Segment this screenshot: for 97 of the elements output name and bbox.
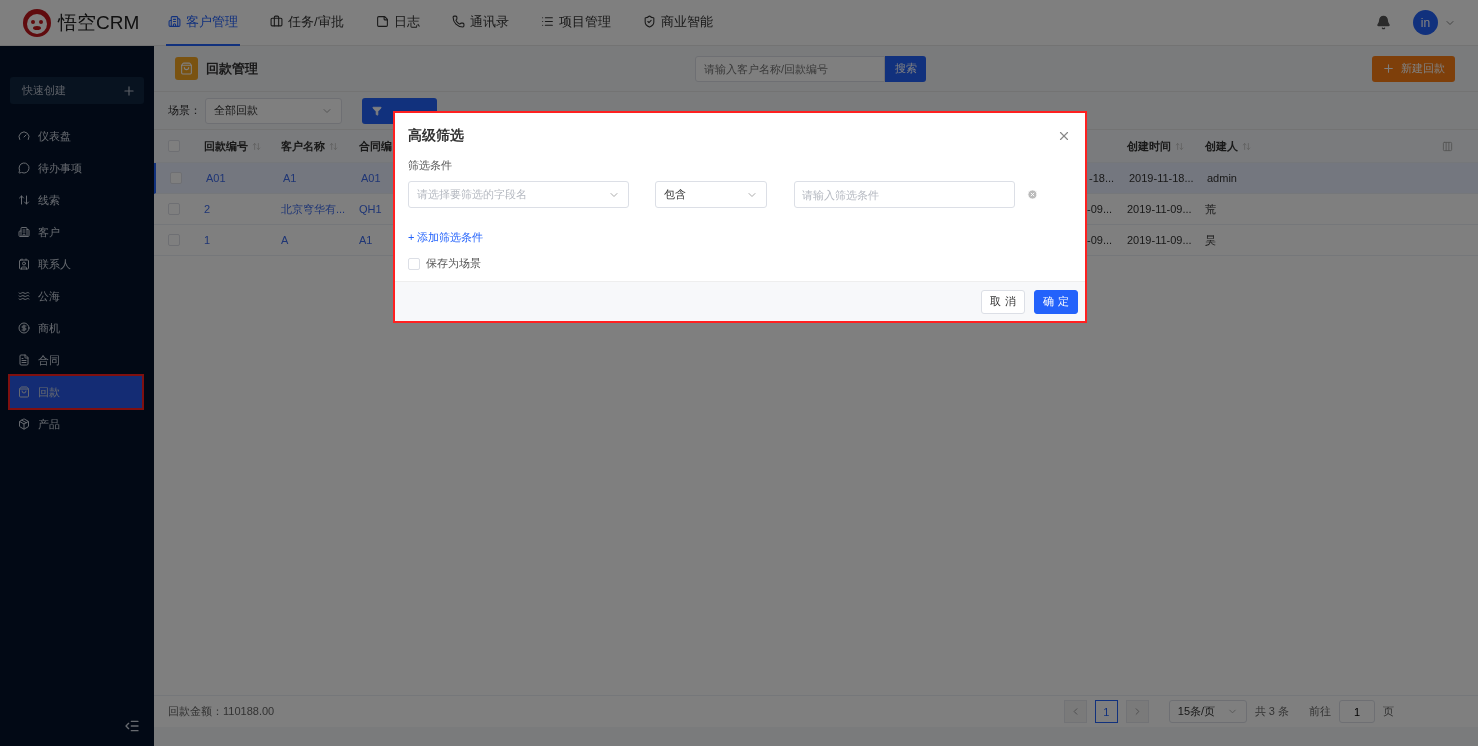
sidebar-item[interactable]: 线索 [0, 184, 154, 216]
sidebar-item[interactable]: 产品 [0, 408, 154, 440]
close-button[interactable] [1057, 129, 1071, 143]
section-label: 筛选条件 [408, 158, 453, 173]
waves-icon [18, 290, 30, 302]
goto-page-field[interactable]: 1 [1339, 700, 1375, 723]
next-page-button[interactable] [1125, 700, 1149, 723]
bag-icon [18, 386, 30, 398]
field-select[interactable]: 请选择要筛选的字段名 [408, 181, 629, 208]
user-avatar[interactable]: in [1413, 10, 1438, 35]
nav-tab[interactable]: 任务/审批 [268, 0, 346, 46]
building-icon [168, 15, 181, 28]
cancel-button[interactable]: 取 消 [981, 289, 1025, 314]
table-link[interactable]: 北京穹华有... [281, 201, 346, 217]
column-header[interactable]: 回款编号 [204, 138, 248, 154]
confirm-button[interactable]: 确 定 [1034, 289, 1078, 314]
sort-icon[interactable] [1175, 141, 1184, 151]
column-settings-icon[interactable] [1442, 140, 1453, 152]
plus-icon [1382, 62, 1395, 75]
table-cell: 2019-11-09... [1127, 234, 1192, 246]
filter-icon [372, 105, 382, 116]
remove-condition-icon[interactable] [1027, 189, 1038, 200]
save-scene-label: 保存为场景 [426, 256, 481, 271]
table-cell: -09... [1087, 203, 1113, 215]
sidebar-item[interactable]: 公海 [0, 280, 154, 312]
total-count: 共 3 条 [1254, 704, 1289, 719]
quick-create-button[interactable]: 快速创建 [10, 77, 144, 104]
table-cell: 荒 [1205, 201, 1216, 217]
notification-bell-icon[interactable] [1376, 15, 1391, 30]
save-scene-checkbox[interactable] [408, 257, 420, 270]
total-amount: 回款金额：110188.00 [168, 704, 275, 719]
arrows-icon [18, 194, 30, 206]
gauge-icon [18, 130, 30, 142]
nav-tab[interactable]: 日志 [373, 0, 422, 46]
sidebar-item[interactable]: 客户 [0, 216, 154, 248]
operator-select[interactable]: 包含 [655, 181, 767, 208]
page-title: 回款管理 [206, 59, 258, 78]
dollar-coin-icon [18, 322, 30, 334]
note-icon [375, 15, 389, 28]
page-size-select[interactable]: 15条/页 [1168, 700, 1247, 723]
goto-label: 前往 [1309, 704, 1331, 719]
table-link[interactable]: 2 [204, 203, 211, 215]
sidebar-item[interactable]: 仪表盘 [0, 120, 154, 152]
table-cell: admin [1207, 172, 1237, 184]
chat-bubble-icon [18, 162, 30, 174]
contact-card-icon [18, 258, 30, 270]
table-cell: 2019-11-09... [1127, 203, 1192, 215]
building-icon [18, 226, 30, 238]
table-link[interactable]: A1 [359, 234, 373, 246]
logo-text: 悟空CRM [58, 10, 140, 35]
table-link[interactable]: QH1 [359, 203, 382, 215]
list-icon [540, 15, 554, 28]
page-button[interactable]: 1 [1094, 700, 1118, 723]
table-link[interactable]: A01 [361, 172, 381, 184]
monkey-logo-icon [22, 7, 52, 38]
new-payment-button[interactable]: 新建回款 [1372, 55, 1455, 82]
table-link[interactable]: 1 [204, 234, 211, 246]
collapse-menu-icon[interactable] [124, 718, 140, 734]
search-button[interactable]: 搜索 [885, 55, 926, 82]
column-header[interactable]: 创建时间 [1127, 138, 1171, 154]
sidebar-item[interactable]: 联系人 [0, 248, 154, 280]
sort-icon[interactable] [329, 141, 338, 151]
sidebar-item[interactable]: 商机 [0, 312, 154, 344]
table-cell: 2019-11-18... [1129, 172, 1194, 184]
nav-tab[interactable]: 客户管理 [166, 0, 240, 46]
page-icon [175, 57, 198, 80]
sidebar-item[interactable]: 回款 [10, 376, 142, 408]
column-header[interactable]: 合同编 [359, 138, 392, 154]
nav-tab[interactable]: 项目管理 [538, 0, 613, 46]
sidebar-item[interactable]: 合同 [0, 344, 154, 376]
document-icon [18, 354, 30, 366]
table-link[interactable]: A1 [283, 172, 297, 184]
add-condition-link[interactable]: + 添加筛选条件 [408, 230, 484, 245]
plus-icon [122, 83, 136, 98]
table-link[interactable]: A01 [206, 172, 226, 184]
page-unit-label: 页 [1383, 704, 1394, 719]
dialog-title: 高级筛选 [408, 127, 464, 145]
sort-icon[interactable] [1242, 141, 1251, 151]
package-icon [18, 418, 30, 430]
nav-tab[interactable]: 商业智能 [640, 0, 715, 46]
phone-icon [451, 15, 465, 28]
scene-label: 场景： [168, 103, 201, 118]
shield-check-icon [642, 15, 656, 28]
table-cell: -09... [1087, 234, 1113, 246]
sort-icon[interactable] [252, 141, 261, 151]
sidebar-item[interactable]: 待办事项 [0, 152, 154, 184]
scene-select[interactable]: 全部回款 [205, 97, 342, 124]
column-header[interactable]: 创建人 [1205, 138, 1238, 154]
previous-page-button[interactable] [1063, 700, 1087, 723]
nav-tab[interactable]: 通讯录 [449, 0, 511, 46]
close-icon [1057, 129, 1071, 143]
table-cell: -18... [1089, 172, 1115, 184]
column-header[interactable]: 客户名称 [281, 138, 325, 154]
table-cell: 昊 [1205, 232, 1216, 248]
briefcase-icon [270, 15, 283, 28]
table-link[interactable]: A [281, 234, 289, 246]
condition-field[interactable]: 请输入筛选条件 [794, 181, 1015, 208]
